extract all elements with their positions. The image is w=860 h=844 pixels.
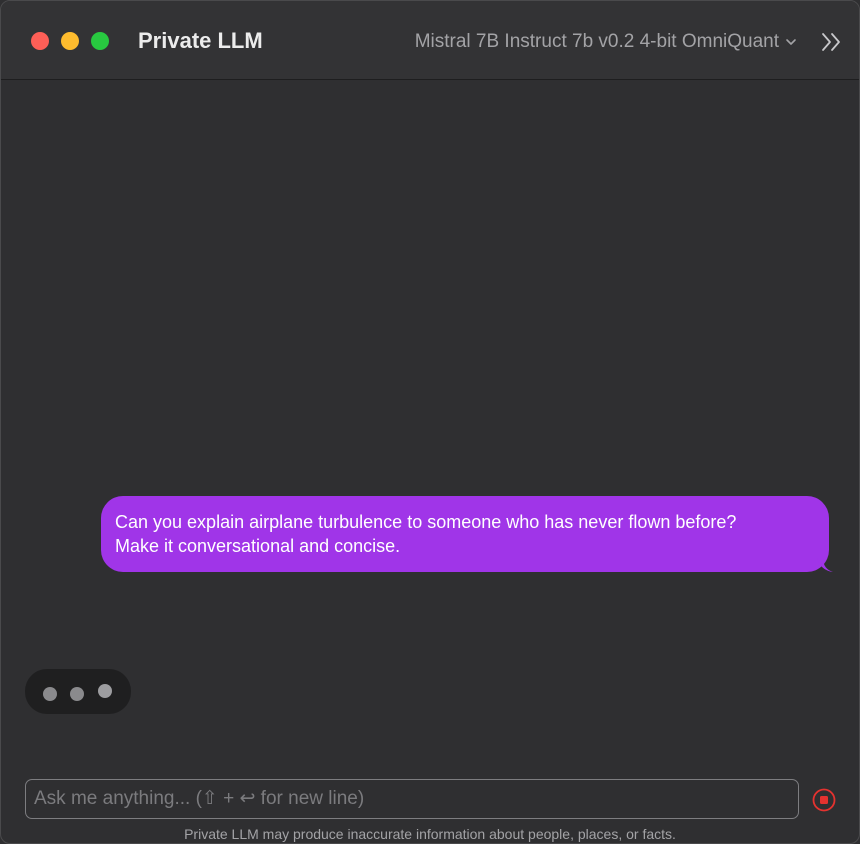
close-window-button[interactable]	[31, 32, 49, 50]
message-line: Make it conversational and concise.	[115, 536, 401, 556]
message-input[interactable]	[26, 780, 798, 818]
stop-icon[interactable]	[811, 787, 837, 813]
model-selector[interactable]: Mistral 7B Instruct 7b v0.2 4-bit OmniQu…	[415, 29, 797, 55]
typing-dot	[98, 684, 112, 698]
typing-indicator	[25, 669, 131, 714]
bubble-tail	[817, 558, 833, 572]
maximize-window-button[interactable]	[91, 32, 109, 50]
title-bar: Private LLM Mistral 7B Instruct 7b v0.2 …	[1, 1, 859, 80]
chat-area: Can you explain airplane turbulence to s…	[1, 80, 859, 770]
message-input-container	[25, 779, 799, 819]
typing-dot	[70, 687, 84, 701]
typing-dot	[43, 687, 57, 701]
app-window: Private LLM Mistral 7B Instruct 7b v0.2 …	[0, 0, 860, 844]
model-name: Mistral 7B Instruct 7b v0.2 4-bit OmniQu…	[414, 31, 779, 52]
double-chevron-right-icon[interactable]	[819, 29, 845, 55]
chevron-down-icon	[786, 39, 796, 45]
message-line: Can you explain airplane turbulence to s…	[115, 512, 737, 532]
minimize-window-button[interactable]	[61, 32, 79, 50]
disclaimer-text: Private LLM may produce inaccurate infor…	[184, 826, 676, 842]
user-message-bubble: Can you explain airplane turbulence to s…	[101, 496, 833, 572]
app-title: Private LLM	[138, 28, 263, 53]
